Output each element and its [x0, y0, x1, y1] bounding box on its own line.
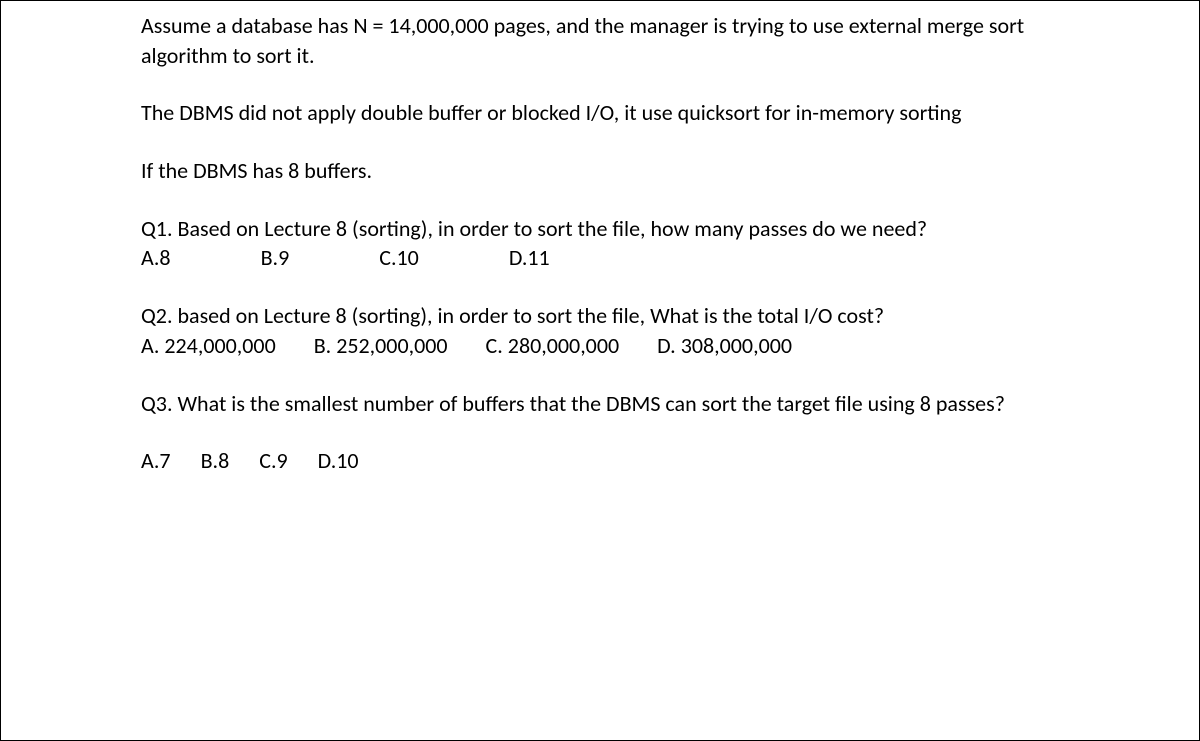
question-1: Q1. Based on Lecture 8 (sorting), in ord…	[141, 214, 1059, 273]
question-1-options: A.8 B.9 C.10 D.11	[141, 243, 1059, 273]
question-2-text: Q2. based on Lecture 8 (sorting), in ord…	[141, 301, 1059, 331]
intro-paragraph-2: The DBMS did not apply double buffer or …	[141, 98, 1059, 128]
question-3: Q3. What is the smallest number of buffe…	[141, 389, 1059, 476]
intro-paragraph-1: Assume a database has N = 14,000,000 pag…	[141, 11, 1059, 70]
q1-option-b: B.9	[261, 243, 290, 273]
q3-option-a: A.7	[141, 446, 171, 476]
document-page: Assume a database has N = 14,000,000 pag…	[0, 0, 1200, 741]
question-2: Q2. based on Lecture 8 (sorting), in ord…	[141, 301, 1059, 360]
q1-option-a: A.8	[141, 243, 171, 273]
q2-option-c: C. 280,000,000	[486, 331, 620, 361]
question-3-text: Q3. What is the smallest number of buffe…	[141, 389, 1059, 419]
intro-paragraph-3: If the DBMS has 8 buffers.	[141, 156, 1059, 186]
q1-option-d: D.11	[509, 243, 550, 273]
q2-option-a: A. 224,000,000	[141, 331, 276, 361]
question-2-options: A. 224,000,000 B. 252,000,000 C. 280,000…	[141, 331, 1059, 361]
q2-option-d: D. 308,000,000	[657, 331, 792, 361]
q3-option-b: B.8	[201, 446, 230, 476]
q1-option-c: C.10	[379, 243, 419, 273]
document-content: Assume a database has N = 14,000,000 pag…	[141, 11, 1059, 476]
q2-option-b: B. 252,000,000	[314, 331, 448, 361]
question-3-options: A.7 B.8 C.9 D.10	[141, 446, 1059, 476]
question-1-text: Q1. Based on Lecture 8 (sorting), in ord…	[141, 214, 1059, 244]
q3-option-c: C.9	[259, 446, 287, 476]
q3-option-d: D.10	[318, 446, 359, 476]
